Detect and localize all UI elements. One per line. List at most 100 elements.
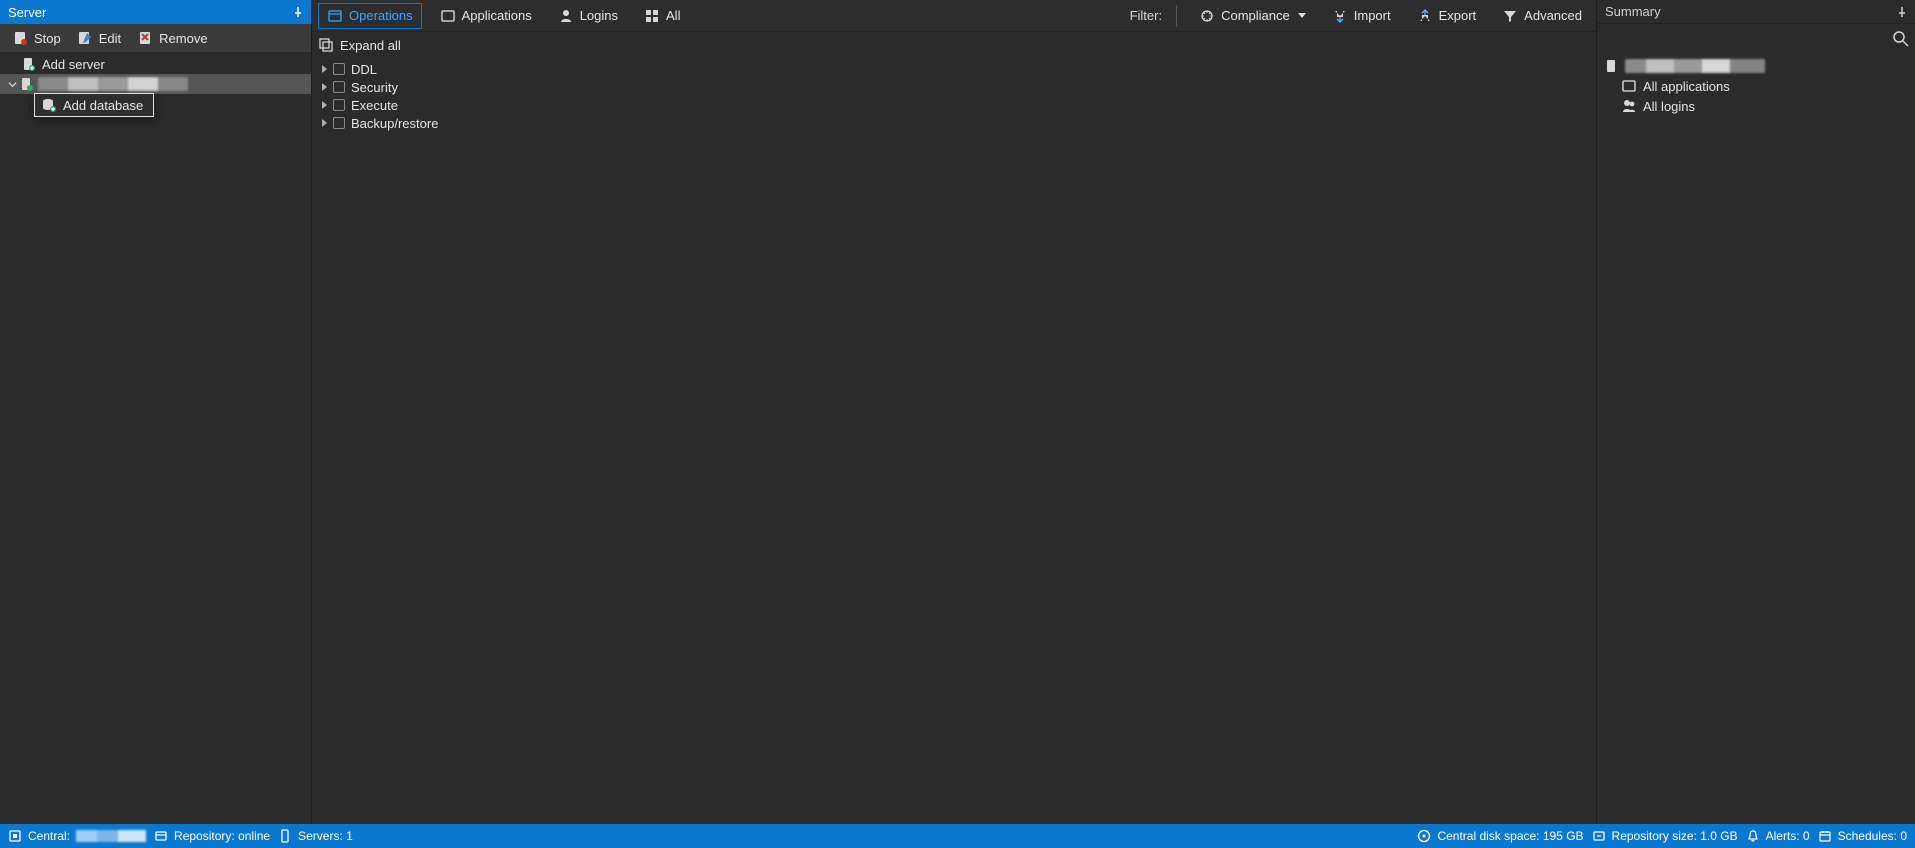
caret-right-icon[interactable] [322, 65, 327, 73]
expand-all-icon [318, 37, 334, 53]
expand-all-button[interactable]: Expand all [318, 37, 401, 53]
tab-all-label: All [666, 8, 680, 23]
edit-icon [77, 30, 93, 46]
operations-icon [327, 8, 343, 24]
central-icon [8, 829, 22, 843]
caret-right-icon[interactable] [322, 119, 327, 127]
repo-size-icon [1592, 829, 1606, 843]
summary-all-logins-label: All logins [1643, 99, 1695, 114]
summary-all-applications[interactable]: All applications [1603, 76, 1909, 96]
summary-server-name-blurred [1625, 59, 1765, 73]
tab-applications-label: Applications [462, 8, 532, 23]
operation-ddl[interactable]: DDL [316, 60, 1592, 78]
operation-label: DDL [351, 62, 377, 77]
repository-icon [154, 829, 168, 843]
summary-server-item[interactable] [1603, 56, 1909, 76]
summary-panel-title: Summary [1597, 0, 1915, 24]
advanced-filter-icon [1502, 8, 1518, 24]
server-name-blurred [38, 77, 188, 91]
operation-execute[interactable]: Execute [316, 96, 1592, 114]
summary-all-logins[interactable]: All logins [1603, 96, 1909, 116]
checkbox[interactable] [333, 81, 345, 93]
operation-security[interactable]: Security [316, 78, 1592, 96]
operation-label: Execute [351, 98, 398, 113]
advanced-button[interactable]: Advanced [1494, 4, 1590, 28]
caret-right-icon[interactable] [322, 83, 327, 91]
status-repository-size[interactable]: Repository size: 1.0 GB [1592, 829, 1738, 843]
status-central-label: Central: [28, 829, 70, 843]
bell-icon [1746, 829, 1760, 843]
summary-title-text: Summary [1605, 4, 1661, 19]
server-icon [1603, 58, 1619, 74]
center-subbar: Expand all [312, 32, 1596, 58]
context-menu: Add database [34, 93, 154, 117]
compliance-button[interactable]: Compliance [1191, 4, 1314, 28]
pin-icon[interactable] [293, 7, 303, 17]
pin-icon[interactable] [1897, 7, 1907, 17]
summary-search-row [1597, 24, 1915, 54]
logins-icon [1621, 98, 1637, 114]
caret-right-icon[interactable] [322, 101, 327, 109]
add-database-label: Add database [63, 98, 143, 113]
server-node[interactable] [0, 74, 311, 94]
tab-logins-label: Logins [580, 8, 618, 23]
applications-icon [1621, 78, 1637, 94]
summary-all-applications-label: All applications [1643, 79, 1730, 94]
summary-panel: Summary [1597, 0, 1915, 824]
remove-button-label: Remove [159, 31, 207, 46]
status-servers[interactable]: Servers: 1 [278, 829, 353, 843]
status-servers-label: Servers: 1 [298, 829, 353, 843]
checkbox[interactable] [333, 99, 345, 111]
status-central[interactable]: Central: [8, 829, 146, 843]
status-alerts[interactable]: Alerts: 0 [1746, 829, 1810, 843]
import-icon [1332, 8, 1348, 24]
server-panel: Server Stop Edit [0, 0, 312, 824]
add-server-item[interactable]: Add server [0, 54, 311, 74]
tab-operations[interactable]: Operations [318, 3, 422, 29]
status-repository[interactable]: Repository: online [154, 829, 270, 843]
compliance-icon [1199, 8, 1215, 24]
compliance-label: Compliance [1221, 8, 1290, 23]
edit-button-label: Edit [99, 31, 121, 46]
status-disk-space[interactable]: Central disk space: 195 GB [1417, 829, 1583, 843]
servers-icon [278, 829, 292, 843]
tab-logins[interactable]: Logins [550, 4, 626, 28]
stop-icon [12, 30, 28, 46]
export-button[interactable]: Export [1409, 4, 1485, 28]
disk-icon [1417, 829, 1431, 843]
checkbox[interactable] [333, 63, 345, 75]
server-panel-title-text: Server [8, 5, 46, 20]
toolbar-divider [1176, 5, 1177, 27]
advanced-label: Advanced [1524, 8, 1582, 23]
edit-button[interactable]: Edit [71, 28, 127, 48]
applications-icon [440, 8, 456, 24]
server-toolbar: Stop Edit Remove [0, 24, 311, 52]
all-icon [644, 8, 660, 24]
operation-backup-restore[interactable]: Backup/restore [316, 114, 1592, 132]
chevron-down-icon [1298, 13, 1306, 18]
search-icon[interactable] [1893, 31, 1909, 47]
center-tabbar: Operations Applications Logins [312, 0, 1596, 32]
status-schedules[interactable]: Schedules: 0 [1818, 829, 1907, 843]
add-server-icon [20, 56, 36, 72]
import-button[interactable]: Import [1324, 4, 1399, 28]
caret-down-icon[interactable] [6, 80, 18, 89]
tab-all[interactable]: All [636, 4, 688, 28]
stop-button-label: Stop [34, 31, 61, 46]
tab-applications[interactable]: Applications [432, 4, 540, 28]
filter-label: Filter: [1130, 8, 1163, 23]
checkbox[interactable] [333, 117, 345, 129]
server-icon [18, 76, 34, 92]
status-schedules-label: Schedules: 0 [1838, 829, 1907, 843]
remove-button[interactable]: Remove [131, 28, 213, 48]
operations-list: DDL Security Execute Backup/restore [312, 58, 1596, 824]
expand-all-label: Expand all [340, 38, 401, 53]
operation-label: Backup/restore [351, 116, 438, 131]
status-bar: Central: Repository: online Servers: 1 C… [0, 824, 1915, 848]
center-panel: Operations Applications Logins [312, 0, 1597, 824]
status-disk-label: Central disk space: 195 GB [1437, 829, 1583, 843]
stop-button[interactable]: Stop [6, 28, 67, 48]
add-database-menuitem[interactable]: Add database [35, 94, 153, 116]
summary-body: All applications All logins [1597, 54, 1915, 824]
add-server-label: Add server [42, 57, 105, 72]
